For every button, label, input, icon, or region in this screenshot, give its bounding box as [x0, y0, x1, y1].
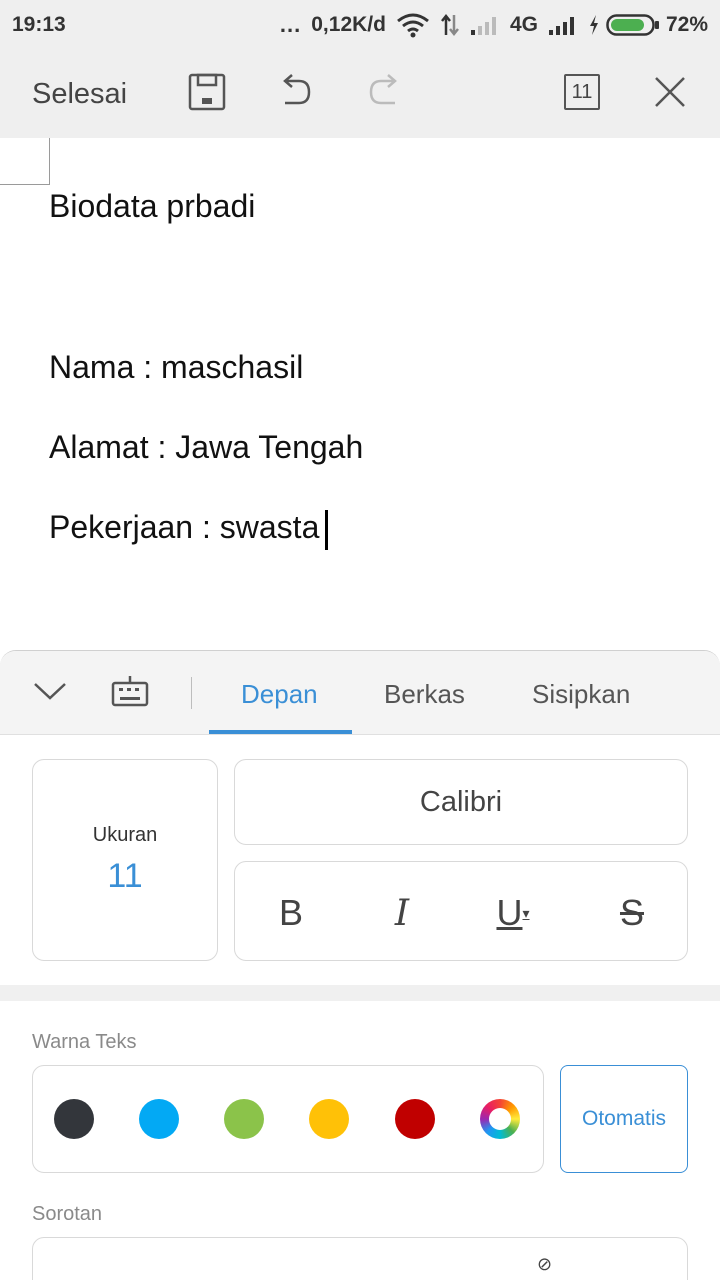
text-style-group: B I U ▾ S [234, 861, 688, 961]
color-swatch-green[interactable] [224, 1099, 264, 1139]
font-size-label: Ukuran [92, 824, 158, 846]
strikethrough-button[interactable]: S [607, 890, 657, 936]
signal-weak-icon [470, 14, 500, 36]
panel-tabbar: Depan Berkas Sisipkan [0, 651, 720, 735]
document-canvas[interactable]: Biodata prbadi Nama : maschasil Alamat :… [0, 138, 720, 650]
close-icon [652, 74, 688, 115]
keyboard-icon [110, 674, 150, 713]
charging-icon [588, 14, 600, 36]
text-color-palette [32, 1065, 544, 1173]
highlight-palette: ⊘ [32, 1237, 688, 1280]
bold-button[interactable]: B [266, 890, 316, 936]
color-swatch-red[interactable] [395, 1099, 435, 1139]
undo-icon [275, 72, 315, 117]
auto-color-button[interactable]: Otomatis [560, 1065, 688, 1173]
underline-button[interactable]: U ▾ [488, 890, 538, 936]
network-speed: 0,12K/d [311, 13, 386, 36]
status-time: 19:13 [12, 13, 66, 36]
close-button[interactable] [648, 72, 692, 116]
doc-line-nama: Nama : maschasil [49, 349, 304, 385]
highlight-label: Sorotan [32, 1203, 103, 1225]
color-swatch-dark[interactable] [54, 1099, 94, 1139]
doc-line-alamat: Alamat : Jawa Tengah [49, 429, 364, 465]
tab-separator [191, 677, 192, 709]
italic-button[interactable]: I [377, 890, 427, 936]
status-dots: ... [279, 12, 302, 37]
data-arrows-icon [440, 13, 460, 37]
wifi-icon [396, 12, 430, 38]
text-color-label: Warna Teks [32, 1031, 137, 1053]
color-swatch-blue[interactable] [139, 1099, 179, 1139]
doc-line-pekerjaan: Pekerjaan : swasta [49, 509, 329, 550]
tab-sisipkan[interactable]: Sisipkan [532, 679, 630, 710]
status-right: ... 0,12K/d 4G 72% [280, 12, 708, 38]
underline-letter: U [496, 892, 523, 933]
tab-berkas[interactable]: Berkas [384, 679, 465, 710]
redo-button[interactable] [363, 72, 407, 116]
network-type: 4G [509, 13, 538, 36]
font-size-button[interactable]: Ukuran 11 [32, 759, 218, 961]
font-size-value: 11 [107, 857, 143, 895]
undo-button[interactable] [273, 72, 317, 116]
active-tab-indicator [209, 730, 352, 734]
page-icon[interactable]: 11 [564, 74, 600, 110]
done-button[interactable]: Selesai [32, 78, 127, 111]
redo-icon [365, 72, 405, 117]
status-bar: 19:13 ... 0,12K/d 4G 72% [0, 0, 720, 50]
text-cursor [325, 509, 329, 550]
battery-percent: 72% [665, 13, 708, 36]
chevron-down-icon [32, 680, 68, 707]
battery-icon [606, 13, 660, 37]
no-color-icon[interactable]: ⊘ [537, 1254, 552, 1275]
color-wheel-icon[interactable] [480, 1099, 520, 1139]
tab-depan[interactable]: Depan [241, 679, 318, 710]
collapse-panel-button[interactable] [30, 673, 70, 713]
save-button[interactable] [185, 72, 229, 116]
section-divider [0, 985, 720, 1001]
signal-strong-icon [548, 14, 578, 36]
font-family-button[interactable]: Calibri [234, 759, 688, 845]
editor-toolbar: Selesai 11 [0, 50, 720, 138]
battery: 72% [588, 13, 708, 37]
doc-line-pekerjaan-text: Pekerjaan : swasta [49, 509, 320, 545]
color-swatch-yellow[interactable] [309, 1099, 349, 1139]
keyboard-button[interactable] [108, 673, 152, 713]
save-icon [187, 72, 227, 117]
caret-down-icon: ▾ [522, 904, 530, 921]
page-margin-marker [0, 138, 50, 185]
format-panel: Depan Berkas Sisipkan Ukuran 11 Calibri … [0, 650, 720, 1280]
doc-line-title: Biodata prbadi [49, 188, 256, 224]
